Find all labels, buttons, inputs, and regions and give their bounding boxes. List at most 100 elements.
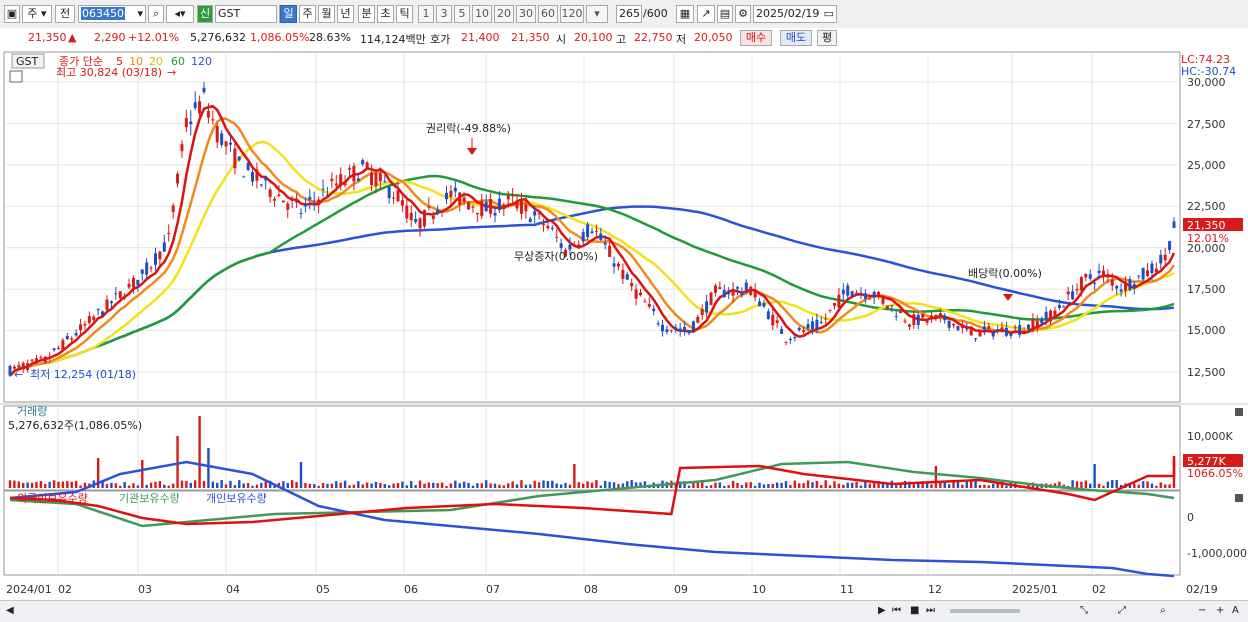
speaker-icon[interactable]: ◂▾ (166, 5, 194, 23)
tab-minute[interactable]: 분 (358, 5, 375, 23)
volume-bar (930, 484, 933, 488)
tab-tick[interactable]: 틱 (396, 5, 413, 23)
volume-title: 거래량 (17, 405, 47, 418)
candle-body (806, 324, 810, 329)
volume-y-tick: 10,000K (1187, 430, 1233, 443)
volume-bar (48, 481, 51, 488)
candle-body (251, 172, 254, 182)
code-input[interactable]: 063450 ▾ (78, 5, 146, 23)
candle-body (458, 192, 462, 205)
scroll-right-icon[interactable]: ▶ (878, 604, 886, 618)
scroll-left-icon[interactable]: ◀ (6, 604, 14, 618)
minute-30[interactable]: 30 (516, 5, 536, 23)
tab-year[interactable]: 년 (337, 5, 354, 23)
save-icon[interactable]: ▤ (717, 5, 733, 23)
candle-body (665, 329, 669, 332)
chevron-down-icon[interactable]: ▾ (137, 6, 143, 22)
volume-bar (533, 480, 536, 488)
minute-20[interactable]: 20 (494, 5, 514, 23)
candle-body (52, 348, 56, 351)
sell-button[interactable]: 매도 (780, 30, 812, 46)
volume-bar (290, 480, 294, 488)
volume-bar (824, 480, 827, 488)
volume-close-icon[interactable] (1235, 408, 1243, 416)
custom-interval-select[interactable]: ▾ (586, 5, 608, 23)
low-marker-label: 최저 12,254 (01/18) (30, 368, 136, 381)
quote-bar: 21,350 ▲ 2,290 +12.01% 5,276,632 1,086.0… (0, 28, 1248, 49)
search-icon[interactable]: ⌕ (148, 5, 164, 23)
candle-body (788, 338, 792, 341)
minute-10[interactable]: 10 (472, 5, 492, 23)
candle-body (383, 181, 387, 183)
candle-body (26, 363, 30, 371)
candle-body (440, 210, 444, 212)
candle-body (1128, 279, 1132, 290)
tab-month[interactable]: 월 (318, 5, 335, 23)
volume-bar (123, 482, 126, 488)
minute-5[interactable]: 5 (454, 5, 470, 23)
zoom-out-icon[interactable]: ⤡ (1080, 604, 1088, 618)
volume-bar (714, 482, 717, 488)
font-size-icon[interactable]: A (1232, 604, 1239, 618)
volume-bar (833, 481, 836, 488)
chart-type-icon[interactable]: ↗ (697, 5, 715, 23)
search-icon[interactable]: ⌕ (1160, 604, 1166, 618)
volume-bar (555, 483, 558, 488)
candle-body (824, 318, 828, 320)
tab-week[interactable]: 주 (299, 5, 316, 23)
buy-button[interactable]: 매수 (740, 30, 772, 46)
candle-body (608, 245, 612, 257)
gear-icon[interactable]: ⚙ (735, 5, 751, 23)
minus-icon[interactable]: − (1198, 604, 1206, 618)
tab-second[interactable]: 초 (377, 5, 394, 23)
holding-close-icon[interactable] (1235, 494, 1243, 502)
volume-bar (132, 483, 135, 488)
volume-bar (802, 483, 805, 488)
avg-button[interactable]: 평 (817, 30, 837, 46)
candle-body (1062, 306, 1066, 308)
grid-icon[interactable]: ▦ (676, 5, 694, 23)
count-input[interactable]: 265 (616, 5, 642, 23)
volume-bar (837, 483, 841, 488)
volume-bar (586, 481, 589, 488)
period-select[interactable]: 주 ▾ (22, 5, 52, 23)
x-label-10: 10 (752, 583, 766, 596)
rewind-icon[interactable]: ⏮ (892, 604, 901, 618)
candle-body (1066, 291, 1070, 295)
stock-chart[interactable]: GST 종가 단순 5 10 20 60 120 최고 30,824 (03/1… (0, 48, 1248, 600)
minute-60[interactable]: 60 (538, 5, 558, 23)
zoom-in-icon[interactable]: ⤢ (1118, 604, 1126, 618)
zoom-slider[interactable] (950, 609, 1020, 613)
candle-body (321, 188, 325, 190)
minute-120[interactable]: 120 (560, 5, 584, 23)
candle-body (542, 223, 545, 226)
candle-body (303, 203, 307, 207)
candle-body (484, 202, 488, 212)
window-menu-icon[interactable]: ▣ (4, 5, 20, 23)
calendar-icon[interactable]: ▭ (824, 6, 834, 22)
plus-icon[interactable]: + (1216, 604, 1224, 618)
minute-3[interactable]: 3 (436, 5, 452, 23)
candle-body (894, 315, 898, 317)
candle-body (325, 194, 329, 196)
x-label-08: 08 (584, 583, 598, 596)
candle-body (925, 320, 929, 323)
volume-bar (493, 483, 497, 488)
candle-body (678, 328, 682, 331)
prev-button[interactable]: 전 (55, 5, 75, 23)
ask-price: 21,400 (461, 31, 500, 44)
candle-body (837, 294, 841, 308)
candle-body (1097, 270, 1101, 274)
scroll-bar[interactable]: ◀ ▶ ⏮ ■ ⏭ ⤡ ⤢ ⌕ − + A (0, 600, 1248, 622)
volume-bar (974, 480, 977, 488)
date-input[interactable]: 2025/02/19 ▭ (753, 5, 837, 23)
tab-day[interactable]: 일 (280, 5, 297, 23)
volume-bar (731, 480, 735, 488)
stock-name-field[interactable]: GST (215, 5, 277, 23)
forward-icon[interactable]: ⏭ (926, 604, 935, 618)
stop-icon[interactable]: ■ (910, 604, 919, 618)
calculator-icon[interactable] (9, 70, 23, 83)
volume-bar (820, 485, 823, 488)
minute-1[interactable]: 1 (418, 5, 434, 23)
last-price-label: 21,350 (1187, 219, 1226, 232)
